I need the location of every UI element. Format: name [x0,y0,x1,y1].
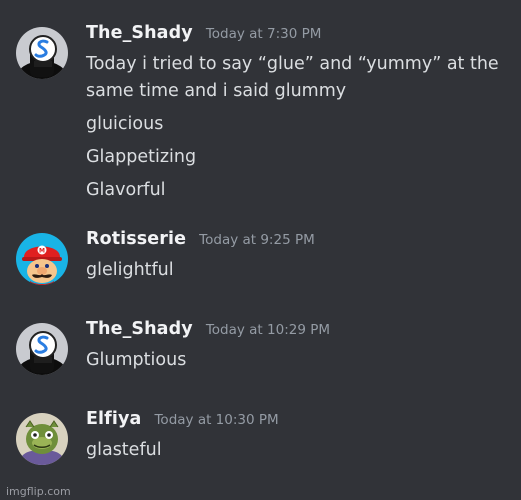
message-text: same time and i said glummy [86,81,347,101]
shady-avatar-icon[interactable] [16,323,68,375]
svg-text:M: M [39,248,45,255]
message-text: Glumptious [86,350,187,370]
mario-avatar-icon[interactable]: M [16,233,68,285]
message-header: The_Shady Today at 7:30 PM [86,23,511,51]
fish-person-avatar-icon[interactable] [16,413,68,465]
username[interactable]: Elfiya [86,409,141,429]
username[interactable]: The_Shady [86,319,193,339]
imgflip-watermark: imgflip.com [6,485,71,498]
username[interactable]: Rotisserie [86,229,186,249]
message-header: Elfiya Today at 10:30 PM [86,409,511,437]
message-header: The_Shady Today at 10:29 PM [86,319,511,347]
username[interactable]: The_Shady [86,23,193,43]
timestamp[interactable]: Today at 10:30 PM [154,412,278,428]
message-text: gluicious [86,114,164,134]
timestamp[interactable]: Today at 7:30 PM [206,26,322,42]
timestamp[interactable]: Today at 10:29 PM [206,322,330,338]
message-text: glasteful [86,440,162,460]
message-text: Glappetizing [86,147,197,167]
message-text: Glavorful [86,180,166,200]
message-text: glelightful [86,260,174,280]
chat-message-list: The_Shady Today at 7:30 PM Today i tried… [0,0,521,500]
timestamp[interactable]: Today at 9:25 PM [199,232,315,248]
message-text: Today i tried to say “glue” and “yummy” … [86,54,499,74]
shady-avatar-icon[interactable] [16,27,68,79]
message-header: Rotisserie Today at 9:25 PM [86,229,511,257]
